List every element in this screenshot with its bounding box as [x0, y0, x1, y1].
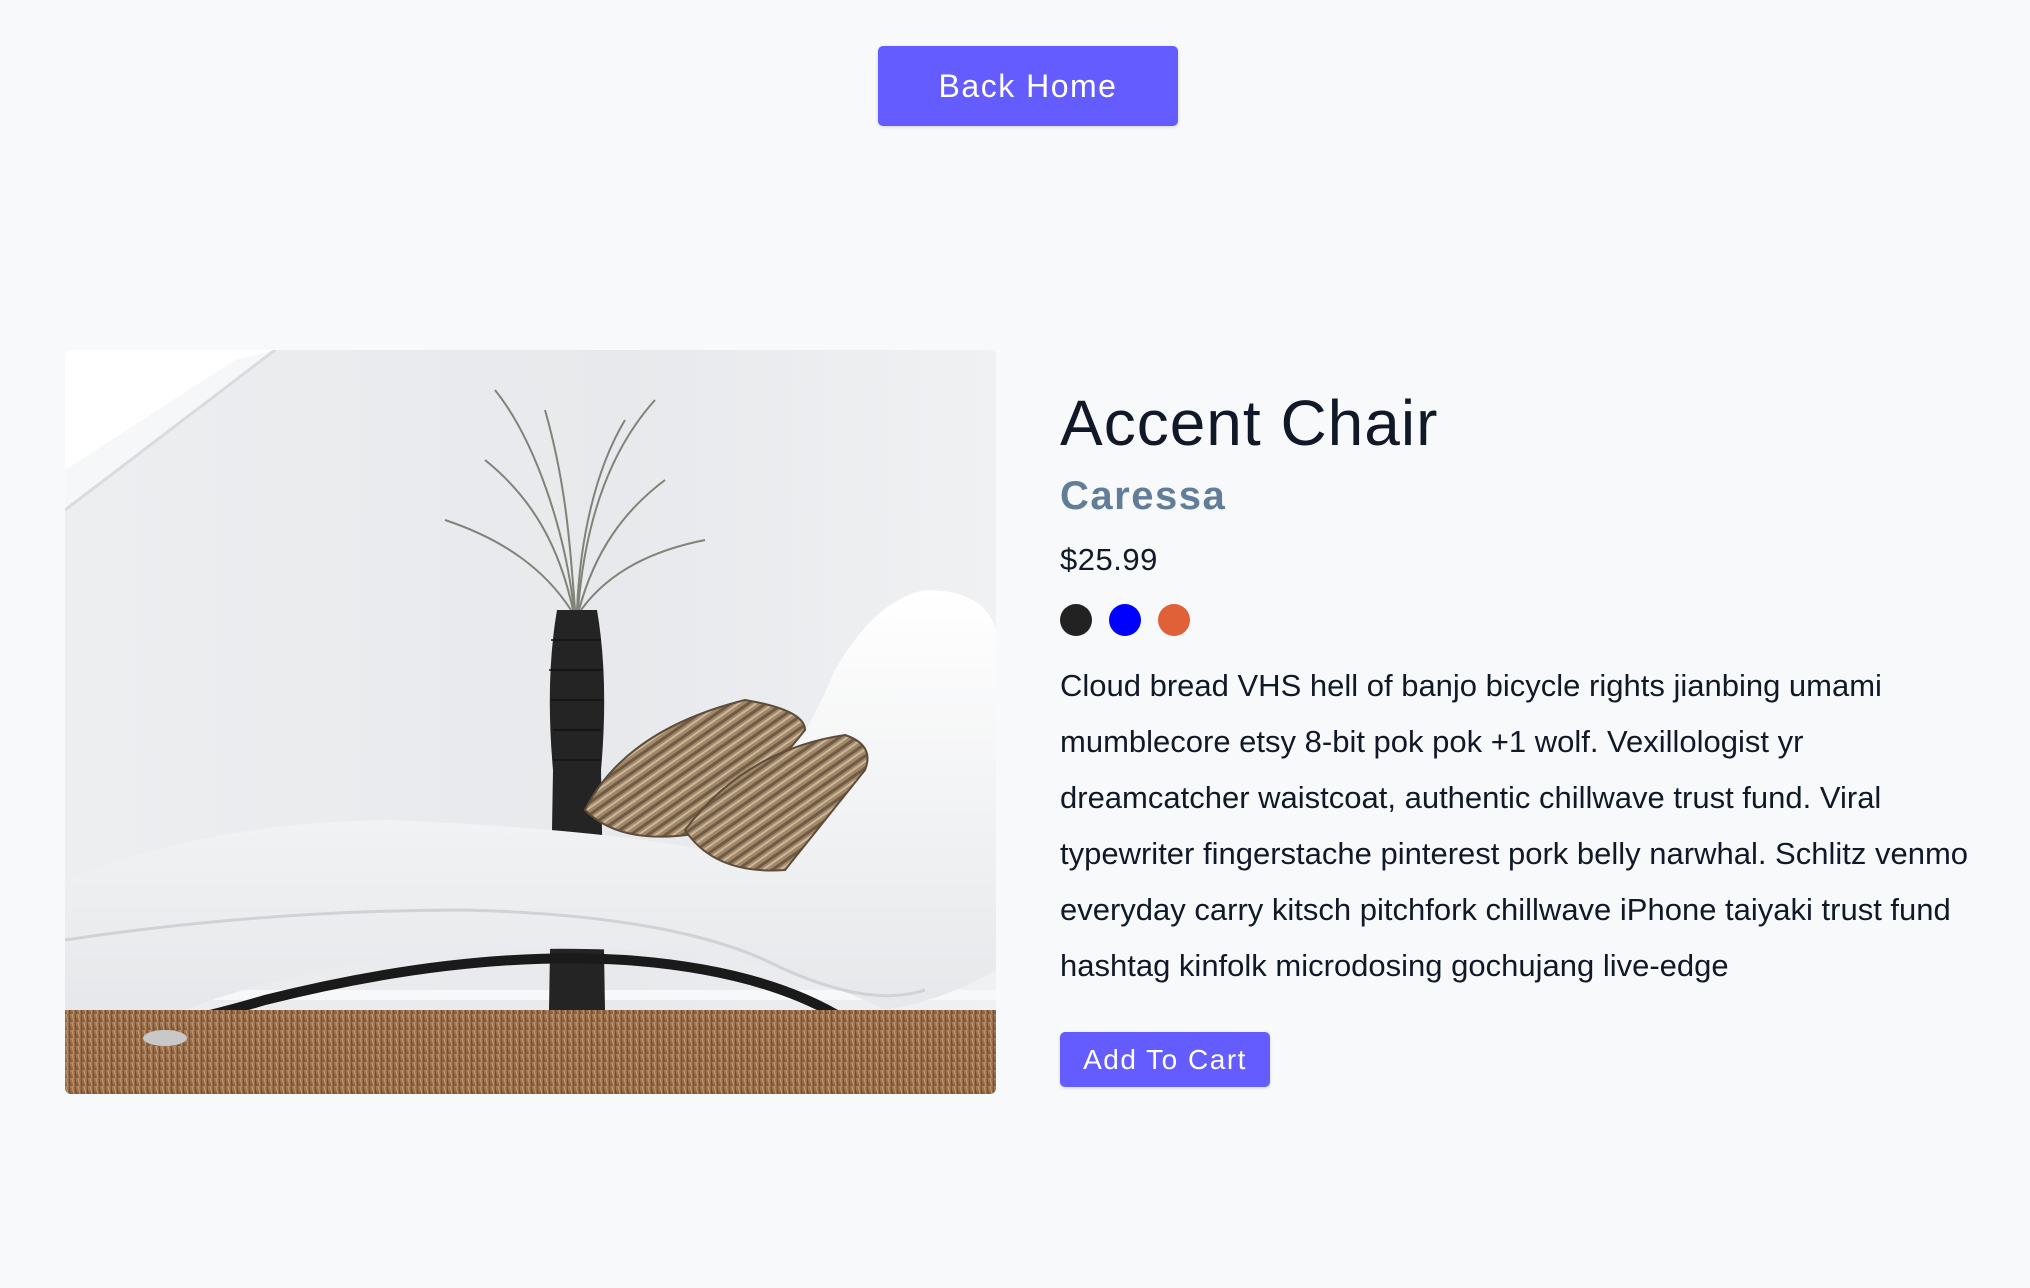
product-info: Accent Chair Caressa $25.99 Cloud bread …: [1060, 380, 1980, 1087]
color-swatch-blue[interactable]: [1109, 604, 1141, 636]
product-company: Caressa: [1060, 474, 1227, 518]
product-title: Accent Chair: [1060, 387, 1439, 459]
product-image: [65, 350, 996, 1094]
color-options: [1060, 604, 1980, 636]
color-swatch-orange[interactable]: [1158, 604, 1190, 636]
add-to-cart-button[interactable]: Add To Cart: [1060, 1032, 1270, 1087]
back-home-button[interactable]: Back Home: [878, 46, 1178, 126]
color-swatch-black[interactable]: [1060, 604, 1092, 636]
product-price: $25.99: [1060, 542, 1158, 577]
product-description: Cloud bread VHS hell of banjo bicycle ri…: [1060, 668, 1969, 983]
